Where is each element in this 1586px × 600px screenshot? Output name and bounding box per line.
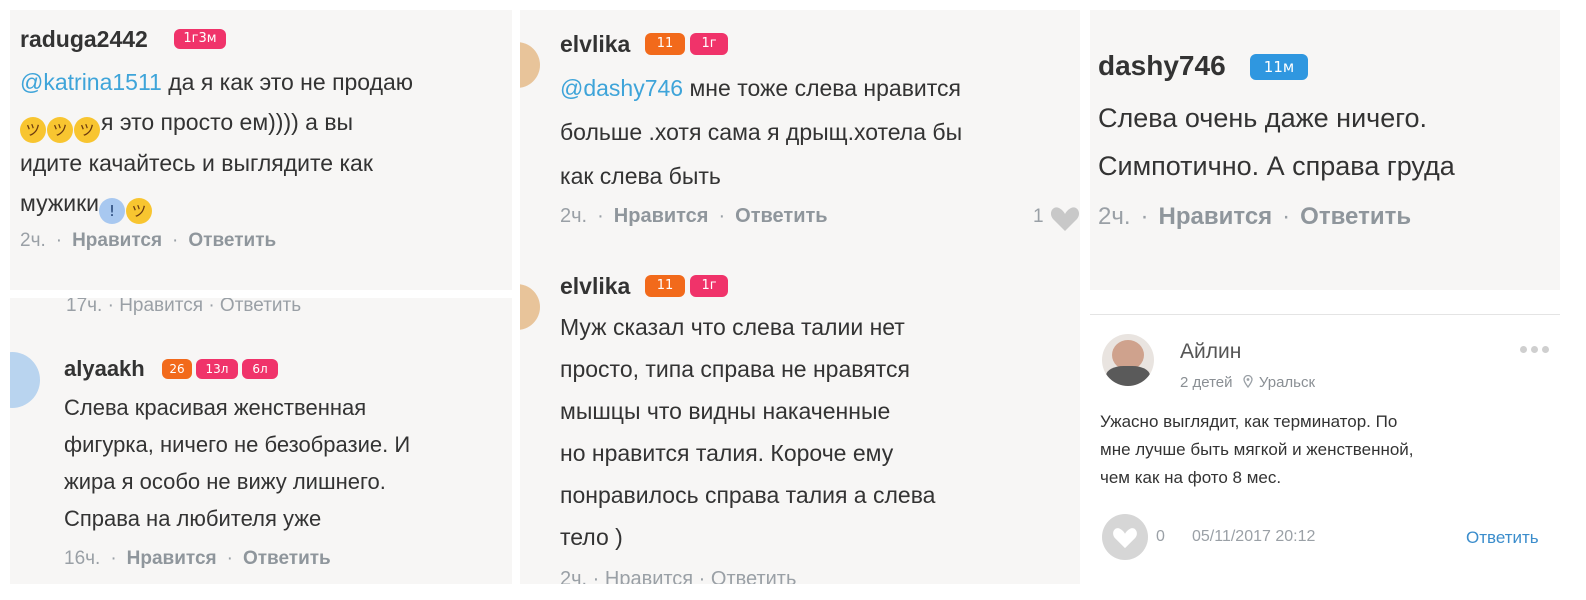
cut-comment-meta: 2ч. · Нравится · Ответить [560,568,797,584]
comment-meta: 2ч. · Нравится · Ответить [20,230,277,251]
more-dots-icon[interactable] [1520,344,1556,354]
mention-link[interactable]: @dashy746 [560,75,683,101]
author-info: 2 детей Уральск [1180,374,1315,391]
like-button[interactable]: Нравится [1159,203,1273,230]
laughing-emoji-icon: ツ [74,117,100,143]
comment-card-dashy746: dashy746 11м Слева очень даже ничего. Си… [1090,10,1560,290]
comment-meta: 16ч. · Нравится · Ответить [64,548,331,569]
reply-button[interactable]: Ответить [1466,528,1539,548]
username[interactable]: alyaakh [64,356,145,382]
timestamp: 2ч. [1098,203,1131,230]
comment-card-elvlika-1: elvlika 11 1г @dashy746 мне тоже слева н… [520,10,1080,272]
timestamp: 16ч. [64,548,101,569]
username[interactable]: dashy746 [1098,50,1226,82]
reply-button[interactable]: Ответить [1300,203,1411,230]
laughing-emoji-icon: ツ [20,117,46,143]
comment-card-elvlika-2: elvlika 11 1г Муж сказал что слева талии… [520,262,1080,584]
reply-button[interactable]: Ответить [735,205,827,227]
comment-card-alyaakh: 17ч. · Нравится · Ответить alyaakh 26 13… [10,298,512,584]
laughing-emoji-icon: ツ [125,198,152,224]
avatar[interactable] [520,42,540,88]
comment-text: Муж сказал что слева талии нет просто, т… [560,314,936,550]
username[interactable]: elvlika [560,31,630,58]
like-button[interactable]: Нравится [127,548,217,569]
comment-text: Слева очень даже ничего. Симпотично. А с… [1098,103,1455,181]
avatar[interactable] [1102,334,1154,386]
like-button[interactable] [1102,514,1148,560]
author-name[interactable]: Айлин [1180,340,1241,364]
scream-emoji-icon: ! [98,198,125,224]
level-badge: 11 [645,275,685,297]
like-count: 1 [1033,206,1044,227]
level-badge: 26 [162,359,192,379]
city: Уральск [1258,374,1316,391]
avatar[interactable] [10,352,40,408]
comment-text: @katrina1511 да я как это не продаю ツツツя… [20,62,413,224]
status-badge: 11м [1250,54,1308,80]
laughing-emoji-icon: ツ [47,117,73,143]
divider [1090,314,1560,315]
comment-card-raduga2442: raduga2442 1г3м @katrina1511 да я как эт… [10,10,512,290]
status-badge: 1г [690,33,728,55]
level-badge: 11 [645,33,685,55]
status-badge: 6л [242,359,278,379]
username[interactable]: elvlika [560,273,630,300]
status-badge: 1г3м [174,29,226,49]
comment-text: Слева красивая женственная фигурка, ниче… [64,395,411,531]
comment-text: @dashy746 мне тоже слева нравится больше… [560,75,963,189]
timestamp: 2ч. [560,205,588,227]
cut-comment-meta: 17ч. · Нравится · Ответить [66,298,302,316]
kids-count: 2 детей [1180,374,1233,391]
timestamp: 05/11/2017 20:12 [1192,528,1316,545]
username[interactable]: raduga2442 [20,26,148,53]
heart-icon[interactable] [1050,206,1080,232]
like-button[interactable]: Нравится [614,205,709,227]
comment-card-ailin: Айлин 2 детей Уральск Ужасно выглядит, к… [1090,296,1560,586]
avatar[interactable] [520,284,540,330]
status-badge: 1г [690,275,728,297]
mention-link[interactable]: @katrina1511 [20,69,162,95]
reply-button[interactable]: Ответить [243,548,331,569]
like-button[interactable]: Нравится [72,230,162,251]
like-count: 0 [1156,528,1165,545]
comment-text: Ужасно выглядит, как терминатор. По мне … [1100,412,1414,487]
reply-button[interactable]: Ответить [188,230,276,251]
timestamp: 2ч. [20,230,46,251]
location-pin-icon [1243,374,1253,389]
comment-meta: 2ч. · Нравится · Ответить [1098,203,1412,230]
heart-icon [1113,528,1137,549]
comment-meta: 2ч. · Нравится · Ответить [560,205,828,227]
status-badge: 13л [196,359,238,379]
